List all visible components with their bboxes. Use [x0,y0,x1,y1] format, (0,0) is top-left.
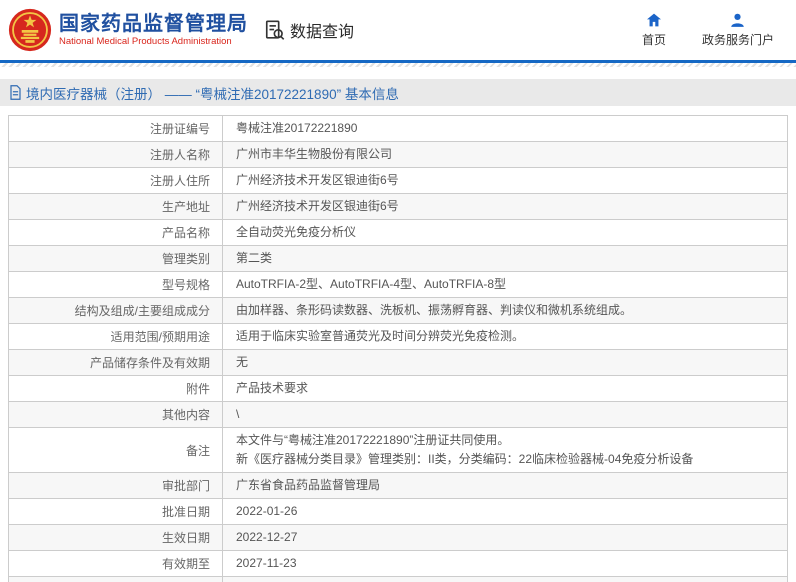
data-query-section[interactable]: 数据查询 [264,18,354,42]
row-label: 产品名称 [9,220,223,245]
table-row: 结构及组成/主要组成成分由加样器、条形码读数器、洗板机、振荡孵育器、判读仪和微机… [9,298,787,324]
row-label: 产品储存条件及有效期 [9,350,223,375]
table-row: 审批部门广东省食品药品监督管理局 [9,473,787,499]
row-label: 审批部门 [9,473,223,498]
org-identity: 国家药品监督管理局 National Medical Products Admi… [59,13,248,47]
row-label: 变更情况 [9,577,223,582]
top-nav: 首页 政务服务门户 [642,13,796,48]
table-row: 备注本文件与“粤械注准20172221890”注册证共同使用。新《医疗器械分类目… [9,428,787,473]
row-label: 附件 [9,376,223,401]
table-row: 批准日期2022-01-26 [9,499,787,525]
row-value: 产品技术要求 [223,376,787,401]
row-value: 全自动荧光免疫分析仪 [223,220,787,245]
nav-service-portal[interactable]: 政务服务门户 [702,13,774,48]
table-row: 生产地址广州经济技术开发区银迪街6号 [9,194,787,220]
national-emblem-icon [8,8,52,52]
table-row: 有效期至2027-11-23 [9,551,787,577]
row-value: AutoTRFIA-2型、AutoTRFIA-4型、AutoTRFIA-8型 [223,272,787,297]
page-title: 境内医疗器械（注册） —— “粤械注准20172221890” 基本信息 [26,83,399,103]
row-value: 本文件与“粤械注准20172221890”注册证共同使用。新《医疗器械分类目录》… [223,428,787,472]
row-value: 粤械注准20172221890 [223,116,787,141]
nav-home-label: 首页 [642,31,666,48]
row-value: 2027-11-23 [223,551,787,576]
row-value: 第二类 [223,246,787,271]
table-row: 产品名称全自动荧光免疫分析仪 [9,220,787,246]
org-title: 国家药品监督管理局 [59,13,248,35]
nav-home[interactable]: 首页 [642,13,666,48]
table-row: 生效日期2022-12-27 [9,525,787,551]
data-search-icon [264,19,286,41]
row-label: 批准日期 [9,499,223,524]
table-row: 注册人住所广州经济技术开发区银迪街6号 [9,168,787,194]
table-row: 型号规格AutoTRFIA-2型、AutoTRFIA-4型、AutoTRFIA-… [9,272,787,298]
row-label: 注册人名称 [9,142,223,167]
row-value: 广州经济技术开发区银迪街6号 [223,194,787,219]
row-label: 有效期至 [9,551,223,576]
document-icon [9,85,22,100]
row-value: \ [223,402,787,427]
row-value: 广东省食品药品监督管理局 [223,473,787,498]
page-header: 国家药品监督管理局 National Medical Products Admi… [0,0,796,60]
table-row: 变更情况2022-12-27: 1、注册人名称由“广州市丰华生物工程有限公司”变… [9,577,787,582]
data-query-label: 数据查询 [290,18,354,42]
row-value: 由加样器、条形码读数器、洗板机、振荡孵育器、判读仪和微机系统组成。 [223,298,787,323]
row-label: 结构及组成/主要组成成分 [9,298,223,323]
row-value: 2022-12-27 [223,525,787,550]
row-label: 其他内容 [9,402,223,427]
table-row: 适用范围/预期用途适用于临床实验室普通荧光及时间分辨荧光免疫检测。 [9,324,787,350]
row-value: 无 [223,350,787,375]
row-label: 管理类别 [9,246,223,271]
table-row: 产品储存条件及有效期无 [9,350,787,376]
zigzag-divider [0,63,796,67]
row-label: 注册证编号 [9,116,223,141]
table-row: 管理类别第二类 [9,246,787,272]
breadcrumb: 境内医疗器械（注册） —— “粤械注准20172221890” 基本信息 [0,79,796,106]
user-icon [730,13,745,27]
org-subtitle: National Medical Products Administration [59,37,248,47]
table-row: 注册人名称广州市丰华生物股份有限公司 [9,142,787,168]
row-value: 2022-01-26 [223,499,787,524]
table-row: 注册证编号粤械注准20172221890 [9,116,787,142]
row-label: 备注 [9,428,223,472]
row-value: 广州市丰华生物股份有限公司 [223,142,787,167]
row-value: 广州经济技术开发区银迪街6号 [223,168,787,193]
info-table: 注册证编号粤械注准20172221890注册人名称广州市丰华生物股份有限公司注册… [8,115,788,582]
row-value: 适用于临床实验室普通荧光及时间分辨荧光免疫检测。 [223,324,787,349]
row-label: 注册人住所 [9,168,223,193]
row-label: 型号规格 [9,272,223,297]
row-label: 生效日期 [9,525,223,550]
table-row: 其他内容\ [9,402,787,428]
table-row: 附件产品技术要求 [9,376,787,402]
home-icon [646,13,662,27]
row-value: 2022-12-27: 1、注册人名称由“广州市丰华生物工程有限公司”变更为“广… [223,577,787,582]
row-label: 适用范围/预期用途 [9,324,223,349]
row-label: 生产地址 [9,194,223,219]
nav-service-portal-label: 政务服务门户 [702,31,774,48]
